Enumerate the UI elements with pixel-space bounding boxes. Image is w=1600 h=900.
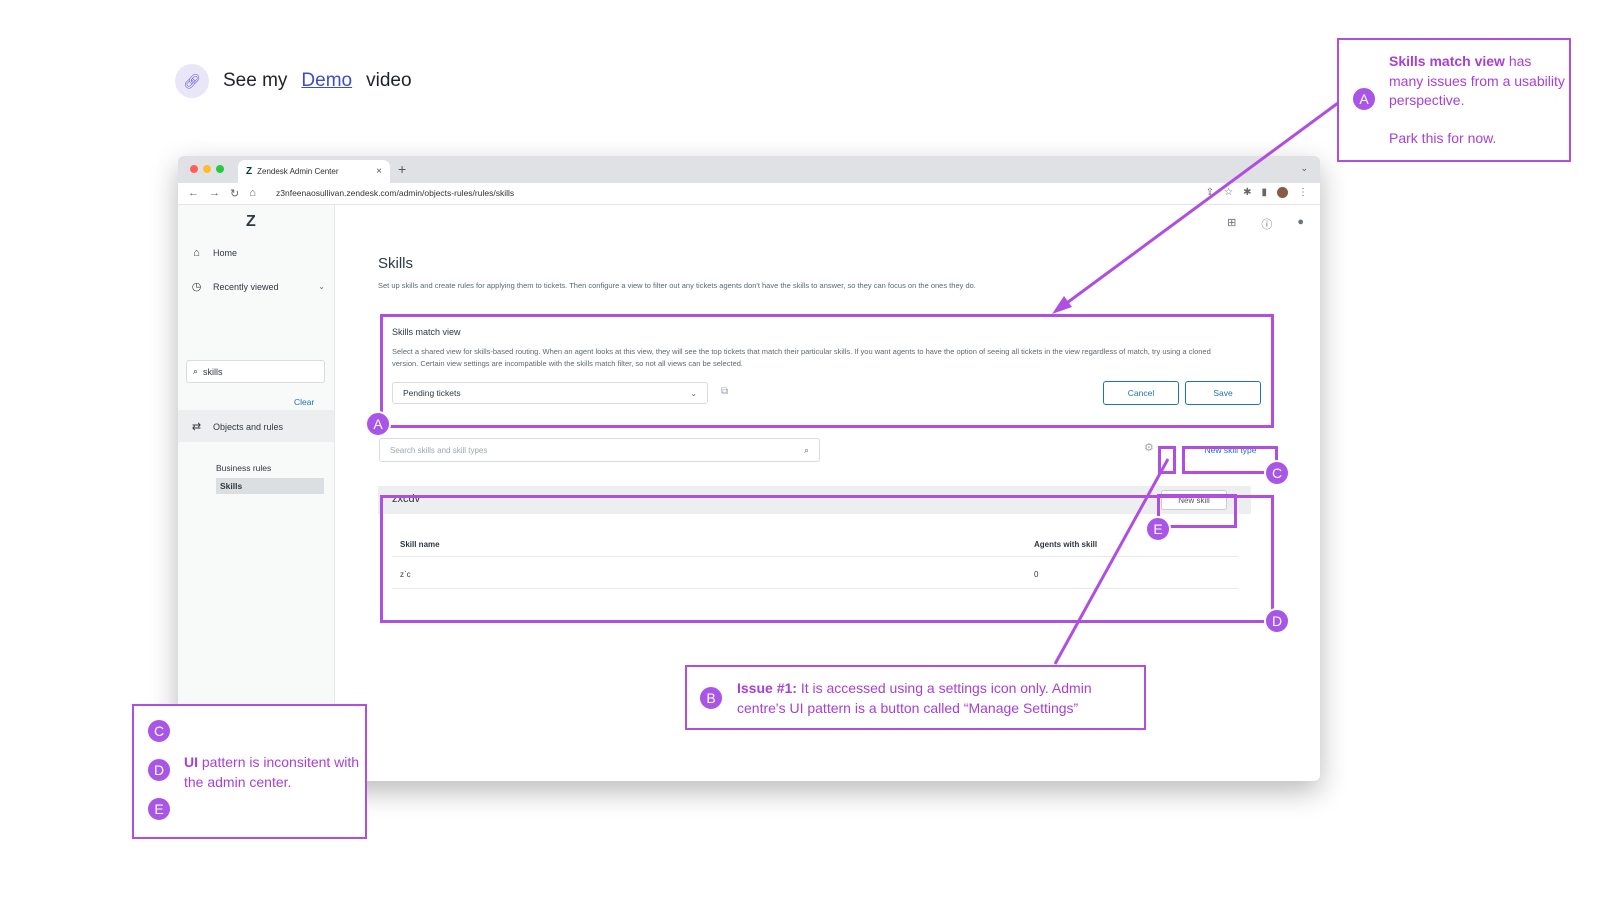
annotation-a-bold: Skills match view [1389,53,1505,69]
annotation-b-text: Issue #1: It is accessed using a setting… [737,679,1137,718]
annotation-a: A Skills match view has many issues from… [1337,38,1571,162]
badge-c: C [146,718,172,744]
annotation-cde-body: pattern is inconsitent with the admin ce… [184,754,360,790]
annotation-cde: C D E UI pattern is inconsitent with the… [132,704,367,839]
slide: 🔗︎ See my Demo video Z Zendesk Admin Cente… [0,0,1600,900]
badge-a: A [365,411,391,437]
badge-c: C [1264,460,1290,486]
badge-e: E [1145,516,1171,542]
annotation-a-note: Park this for now. [1389,130,1497,146]
annotation-b-bold: Issue #1: [737,680,797,696]
badge-d: D [146,757,172,783]
annotation-cde-text: UI pattern is inconsitent with the admin… [184,753,362,792]
annotation-cde-bold: UI [184,754,198,770]
badge-a: A [1351,86,1377,112]
badge-e: E [146,796,172,822]
annotation-b: B Issue #1: It is accessed using a setti… [685,665,1146,730]
badge-d: D [1264,608,1290,634]
annotation-a-text: Skills match view has many issues from a… [1389,52,1565,111]
badge-b: B [698,685,724,711]
